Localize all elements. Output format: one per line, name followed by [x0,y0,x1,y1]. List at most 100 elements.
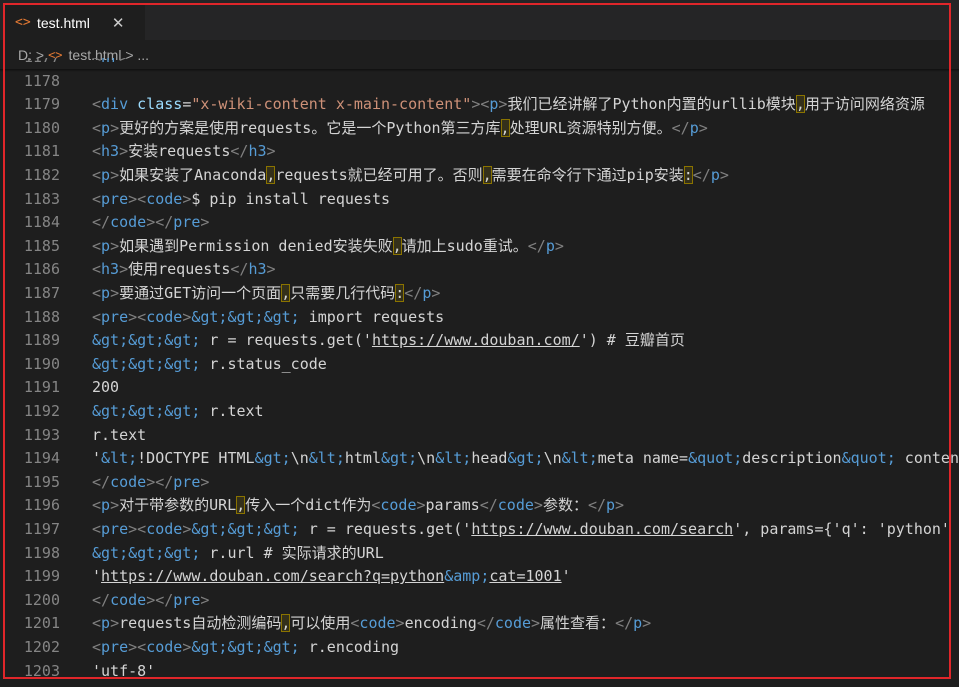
line-content: <pre><code>&gt;&gt;&gt; r = requests.get… [92,518,950,542]
code-token: > [182,307,192,326]
code-token: https://www.douban.com/search?q=python [101,567,445,586]
code-token: p [101,496,111,515]
code-token: pre [101,189,129,208]
code-token: 可以使用 [290,614,351,633]
code-token: > [119,58,128,66]
code-token: p [710,166,720,184]
code-token: &quot; [688,449,743,468]
code-token: html [344,449,381,468]
code-token: code [110,590,147,609]
code-token: code [146,638,183,656]
code-token: p [606,496,616,515]
code-token: ', params={'q': 'python' [733,520,950,538]
code-token: pre [173,213,201,232]
code-token: > [698,118,708,137]
code-token: \n [417,449,436,468]
code-token: https://www.douban.com/search [471,520,734,538]
code-token: code [380,496,417,515]
code-token: </ [230,260,249,279]
line-content: 'utf-8' [92,660,155,684]
code-token: content [904,449,959,468]
code-token: > [110,496,120,515]
code-token: > [200,590,210,609]
line-content: r.text [92,424,146,448]
tab-test-html[interactable]: <> test.html ✕ [5,5,145,40]
code-token: class [137,95,183,114]
code-token: code [497,496,534,515]
code-token: > [128,189,138,208]
code-token: &gt;&gt;&gt; [92,402,201,420]
code-token: > [128,307,138,326]
code-token: < [92,189,102,208]
code-token: &gt;&gt;&gt; [191,520,300,538]
code-token: r = requests.get(' [299,520,472,538]
code-token: > [110,614,120,633]
code-token: &lt; [561,449,598,468]
line-number: 1181 [23,142,60,161]
line-number: 1196 [23,496,60,515]
code-token: </ [404,284,423,302]
code-token: hr [101,58,119,66]
code-token: 要通过GET访问一个页面 [119,284,282,302]
code-token: < [92,58,101,66]
code-token: < [137,189,147,208]
code-token: code [110,472,147,491]
code-token: ' [561,567,571,586]
code-token: r.encoding [299,638,400,656]
line-content: </code></pre> [92,589,209,613]
code-token: < [92,142,102,161]
code-token: h3 [248,260,267,279]
close-icon[interactable]: ✕ [112,14,125,32]
line-number: 1200 [23,590,60,609]
code-token: p [545,236,555,255]
code-token: > [431,284,441,302]
line-number: 1179 [23,95,60,114]
code-token: https://www.douban.com/ [371,331,580,350]
line-number: 1201 [23,614,60,633]
code-token: , [500,118,510,137]
code-token: > [719,166,729,184]
code-token: </ [671,118,690,137]
code-token: </ [92,590,111,609]
code-token: 处理URL资源特别方便。 [509,118,672,137]
code-token: > [128,638,138,656]
code-token: </ [92,472,111,491]
code-token: 200 [92,378,120,397]
code-token: : [683,166,693,184]
line-content: <p>requests自动检测编码,可以使用<code>encoding</co… [92,612,651,636]
code-token: p [101,166,111,184]
code-token: </ [527,236,546,255]
line-content: <p>对于带参数的URL,传入一个dict作为<code>params</cod… [92,494,624,518]
code-token: < [137,520,147,538]
code-token: > [128,520,138,538]
code-token: 使用requests [128,260,231,279]
line-content: 'https://www.douban.com/search?q=python&… [92,565,571,589]
line-content: <h3>使用requests</h3> [92,258,276,282]
code-token: > [200,472,210,491]
code-token: > [266,142,276,161]
code-token: &gt;&gt;&gt; [191,307,300,326]
line-number: 1198 [23,543,60,562]
code-token: h3 [248,142,267,161]
code-token: h3 [101,260,120,279]
code-token: r.url # 实际请求的URL [200,543,384,562]
tab-bar: <> test.html ✕ [0,0,959,40]
code-token: p [101,614,111,633]
code-token: < [137,638,147,656]
code-token: , [795,95,805,114]
code-token: pre [101,520,129,538]
line-content: <p>如果遇到Permission denied安装失败,请加上sudo重试。<… [92,235,564,259]
line-content: <pre><code>&gt;&gt;&gt; import requests [92,306,444,330]
line-content: </code></pre> [92,211,209,235]
code-token: &gt; [254,449,291,468]
code-token: \n [543,449,562,468]
line-content: <div class="x-wiki-content x-main-conten… [92,93,925,117]
code-editor[interactable]: 1177<hr>11781179<div class="x-wiki-conte… [0,58,959,687]
line-number: 1195 [23,472,60,491]
code-token: </ [587,496,607,515]
code-token: > [119,260,129,279]
code-token: 对于带参数的URL [119,496,237,515]
code-token: </ [692,166,711,184]
code-token: pre [173,472,201,491]
code-token: r.text [92,425,147,444]
